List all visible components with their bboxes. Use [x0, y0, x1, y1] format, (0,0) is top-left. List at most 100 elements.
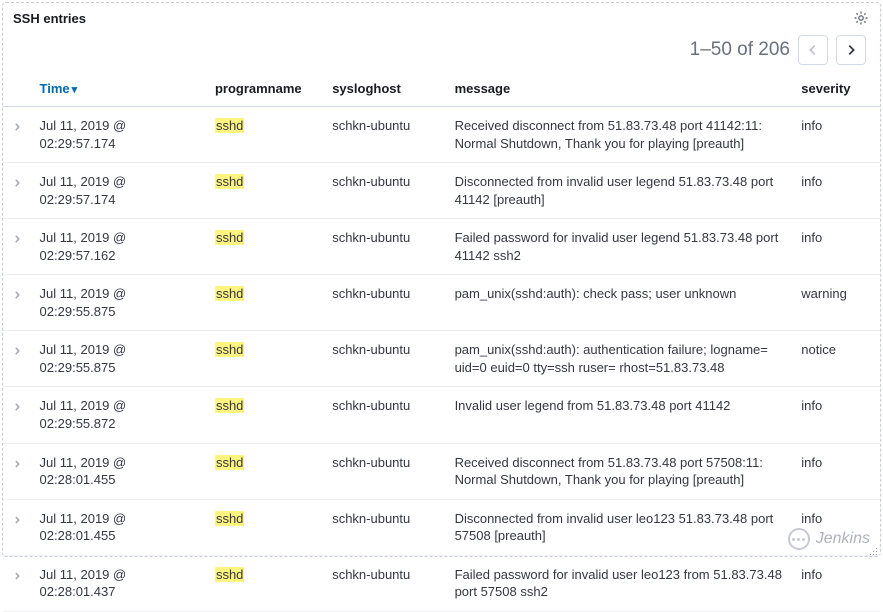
table-row: Jul 11, 2019 @ 02:29:55.875 sshd schkn-ubu… — [3, 275, 880, 331]
chevron-right-icon — [12, 346, 22, 356]
cell-programname: sshd — [207, 275, 324, 331]
cell-time: Jul 11, 2019 @ 02:28:01.455 — [32, 499, 207, 555]
chevron-right-icon — [12, 290, 22, 300]
gear-icon[interactable] — [852, 9, 870, 27]
highlight-term: sshd — [215, 398, 244, 413]
chevron-right-icon — [12, 178, 22, 188]
table-header-row: Time▾ programname sysloghost message sev… — [3, 73, 880, 107]
cell-time: Jul 11, 2019 @ 02:28:01.455 — [32, 443, 207, 499]
cell-programname: sshd — [207, 555, 324, 611]
cell-message: Disconnected from invalid user leo123 51… — [447, 499, 794, 555]
chevron-left-icon — [806, 43, 820, 57]
resize-handle[interactable] — [868, 544, 878, 554]
cell-severity: info — [793, 499, 880, 555]
chevron-right-icon — [12, 402, 22, 412]
highlight-term: sshd — [215, 455, 244, 470]
col-programname-header[interactable]: programname — [207, 73, 324, 107]
cell-sysloghost: schkn-ubuntu — [324, 331, 446, 387]
cell-sysloghost: schkn-ubuntu — [324, 499, 446, 555]
expand-toggle[interactable] — [3, 275, 32, 331]
chevron-right-icon — [12, 459, 22, 469]
cell-time: Jul 11, 2019 @ 02:29:55.875 — [32, 331, 207, 387]
cell-sysloghost: schkn-ubuntu — [324, 107, 446, 163]
cell-severity: info — [793, 555, 880, 611]
cell-programname: sshd — [207, 107, 324, 163]
ssh-entries-panel: SSH entries 1–50 of 206 Time▾ pr — [2, 2, 881, 557]
highlight-term: sshd — [215, 118, 244, 133]
table-row: Jul 11, 2019 @ 02:28:01.437 sshd schkn-ubu… — [3, 555, 880, 611]
panel-title: SSH entries — [13, 11, 86, 26]
expand-toggle[interactable] — [3, 387, 32, 443]
col-time-header[interactable]: Time▾ — [32, 73, 207, 107]
table-row: Jul 11, 2019 @ 02:29:57.162 sshd schkn-ubu… — [3, 219, 880, 275]
highlight-term: sshd — [215, 286, 244, 301]
chevron-right-icon — [12, 571, 22, 581]
highlight-term: sshd — [215, 511, 244, 526]
cell-message: Failed password for invalid user legend … — [447, 219, 794, 275]
cell-sysloghost: schkn-ubuntu — [324, 443, 446, 499]
cell-time: Jul 11, 2019 @ 02:29:57.174 — [32, 107, 207, 163]
cell-sysloghost: schkn-ubuntu — [324, 163, 446, 219]
expand-toggle[interactable] — [3, 107, 32, 163]
cell-programname: sshd — [207, 331, 324, 387]
cell-message: Failed password for invalid user leo123 … — [447, 555, 794, 611]
expand-toggle[interactable] — [3, 555, 32, 611]
table-row: Jul 11, 2019 @ 02:29:57.174 sshd schkn-ubu… — [3, 163, 880, 219]
expand-toggle[interactable] — [3, 163, 32, 219]
col-time-label: Time — [40, 81, 70, 96]
cell-message: pam_unix(sshd:auth): authentication fail… — [447, 331, 794, 387]
cell-sysloghost: schkn-ubuntu — [324, 555, 446, 611]
cell-programname: sshd — [207, 499, 324, 555]
cell-severity: info — [793, 163, 880, 219]
cell-message: pam_unix(sshd:auth): check pass; user un… — [447, 275, 794, 331]
highlight-term: sshd — [215, 342, 244, 357]
chevron-right-icon — [12, 515, 22, 525]
cell-sysloghost: schkn-ubuntu — [324, 219, 446, 275]
pager-range: 1–50 of 206 — [690, 39, 790, 61]
col-severity-header[interactable]: severity — [793, 73, 880, 107]
cell-message: Invalid user legend from 51.83.73.48 por… — [447, 387, 794, 443]
highlight-term: sshd — [215, 230, 244, 245]
col-expand-header — [3, 73, 32, 107]
cell-time: Jul 11, 2019 @ 02:28:01.437 — [32, 555, 207, 611]
table-row: Jul 11, 2019 @ 02:28:01.455 sshd schkn-ubu… — [3, 443, 880, 499]
expand-toggle[interactable] — [3, 219, 32, 275]
expand-toggle[interactable] — [3, 499, 32, 555]
cell-severity: notice — [793, 331, 880, 387]
log-table: Time▾ programname sysloghost message sev… — [3, 73, 880, 612]
expand-toggle[interactable] — [3, 331, 32, 387]
cell-severity: info — [793, 443, 880, 499]
cell-message: Received disconnect from 51.83.73.48 por… — [447, 107, 794, 163]
sort-desc-icon: ▾ — [72, 84, 78, 96]
pager-prev-button[interactable] — [798, 35, 828, 65]
cell-severity: info — [793, 387, 880, 443]
chevron-right-icon — [844, 43, 858, 57]
cell-time: Jul 11, 2019 @ 02:29:55.875 — [32, 275, 207, 331]
cell-time: Jul 11, 2019 @ 02:29:57.174 — [32, 163, 207, 219]
cell-severity: info — [793, 107, 880, 163]
cell-severity: warning — [793, 275, 880, 331]
table-row: Jul 11, 2019 @ 02:28:01.455 sshd schkn-ubu… — [3, 499, 880, 555]
cell-time: Jul 11, 2019 @ 02:29:57.162 — [32, 219, 207, 275]
expand-toggle[interactable] — [3, 443, 32, 499]
table-row: Jul 11, 2019 @ 02:29:57.174 sshd schkn-ubu… — [3, 107, 880, 163]
cell-programname: sshd — [207, 219, 324, 275]
cell-message: Received disconnect from 51.83.73.48 por… — [447, 443, 794, 499]
cell-time: Jul 11, 2019 @ 02:29:55.872 — [32, 387, 207, 443]
cell-sysloghost: schkn-ubuntu — [324, 387, 446, 443]
highlight-term: sshd — [215, 567, 244, 582]
cell-programname: sshd — [207, 387, 324, 443]
cell-sysloghost: schkn-ubuntu — [324, 275, 446, 331]
cell-programname: sshd — [207, 443, 324, 499]
pager: 1–50 of 206 — [3, 31, 880, 73]
cell-message: Disconnected from invalid user legend 51… — [447, 163, 794, 219]
pager-next-button[interactable] — [836, 35, 866, 65]
highlight-term: sshd — [215, 174, 244, 189]
cell-programname: sshd — [207, 163, 324, 219]
col-sysloghost-header[interactable]: sysloghost — [324, 73, 446, 107]
col-message-header[interactable]: message — [447, 73, 794, 107]
table-row: Jul 11, 2019 @ 02:29:55.872 sshd schkn-ubu… — [3, 387, 880, 443]
cell-severity: info — [793, 219, 880, 275]
chevron-right-icon — [12, 122, 22, 132]
table-row: Jul 11, 2019 @ 02:29:55.875 sshd schkn-ubu… — [3, 331, 880, 387]
